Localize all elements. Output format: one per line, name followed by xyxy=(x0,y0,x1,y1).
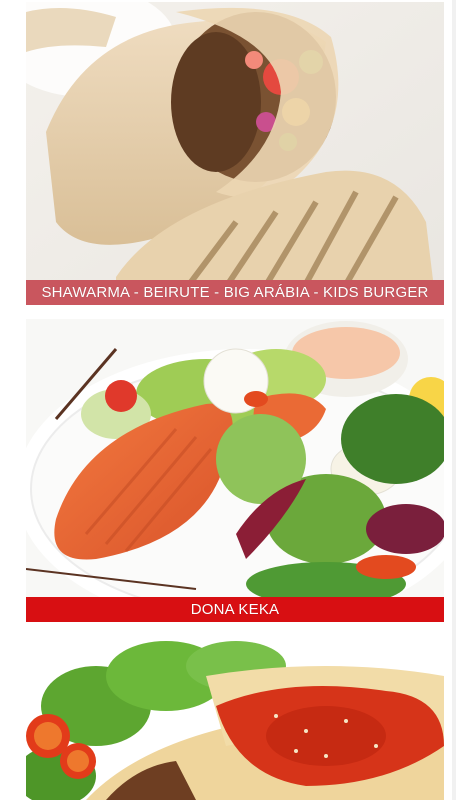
category-label: SHAWARMA - BEIRUTE - BIG ARÁBIA - KIDS B… xyxy=(41,284,429,301)
category-card-shawarma[interactable]: SHAWARMA - BEIRUTE - BIG ARÁBIA - KIDS B… xyxy=(26,2,444,305)
category-card-crepes[interactable] xyxy=(26,636,444,800)
category-label: DONA KEKA xyxy=(190,601,280,618)
category-card-dona-keka[interactable]: DONA KEKA xyxy=(26,319,444,622)
crepes-with-sauce-photo xyxy=(26,636,444,800)
category-banner-dona-keka: DONA KEKA xyxy=(26,597,444,622)
scrollbar[interactable] xyxy=(452,0,456,800)
shawarma-wrap-photo xyxy=(26,2,444,305)
salmon-salad-photo xyxy=(26,319,444,622)
category-banner-shawarma: SHAWARMA - BEIRUTE - BIG ARÁBIA - KIDS B… xyxy=(26,280,444,305)
